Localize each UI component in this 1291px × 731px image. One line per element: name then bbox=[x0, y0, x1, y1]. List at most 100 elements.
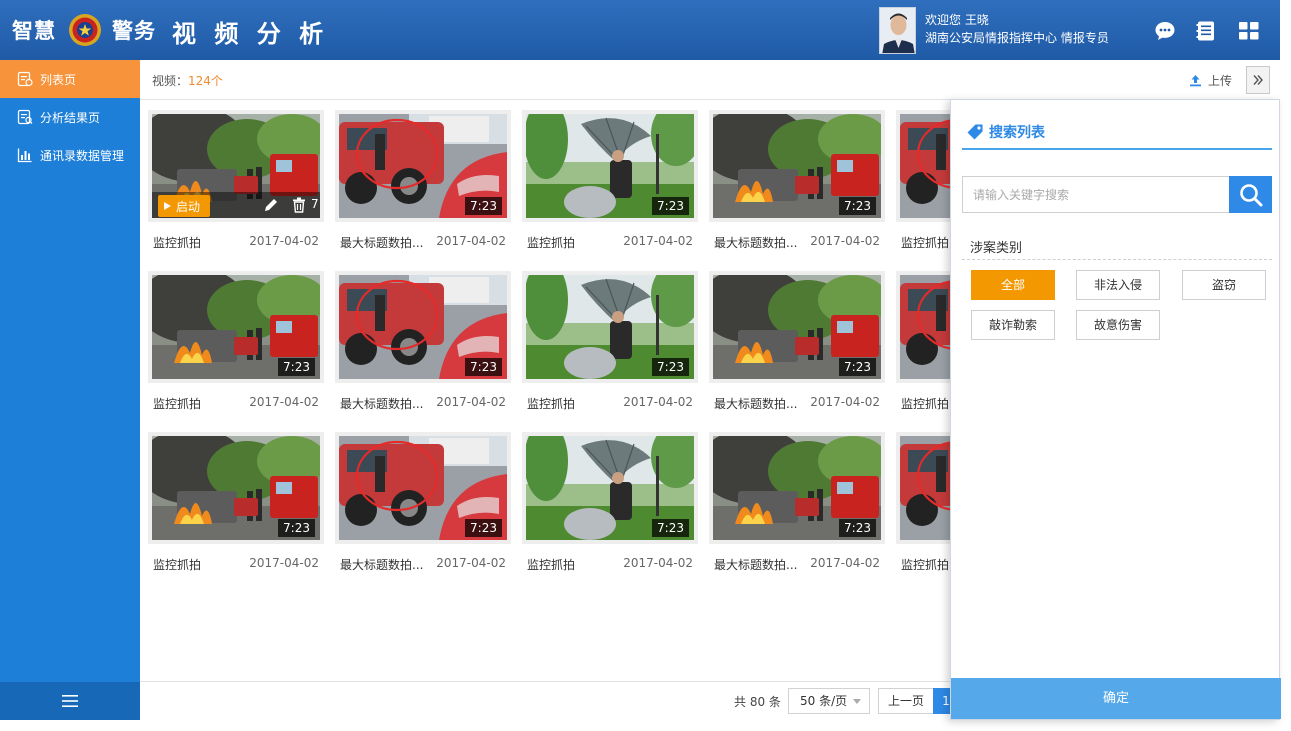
video-card[interactable]: 7:23 最大标题数拍... 2017-04-02 bbox=[335, 271, 511, 411]
tag-extortion[interactable]: 敲诈勒索 bbox=[971, 310, 1055, 340]
video-date: 2017-04-02 bbox=[436, 556, 506, 570]
video-card[interactable]: 7:23 监控抓拍 2017-04-02 bbox=[522, 271, 698, 411]
document-icon[interactable] bbox=[1195, 20, 1217, 42]
video-card[interactable]: 7:23 监控抓拍 2017-04-02 bbox=[148, 432, 324, 572]
video-thumbnail[interactable]: 启动 7 bbox=[148, 110, 324, 222]
video-date: 2017-04-02 bbox=[810, 234, 880, 248]
search-button[interactable] bbox=[1229, 176, 1272, 213]
video-title[interactable]: 监控抓拍 bbox=[527, 234, 575, 251]
video-title[interactable]: 监控抓拍 bbox=[901, 234, 949, 251]
video-thumbnail[interactable]: 7:23 bbox=[335, 432, 511, 544]
video-thumbnail[interactable]: 7:23 bbox=[522, 271, 698, 383]
page-size-select[interactable]: 50 条/页 bbox=[788, 688, 870, 714]
video-card[interactable]: 7:23 最大标题数拍... 2017-04-02 bbox=[709, 110, 885, 250]
video-title[interactable]: 最大标题数拍... bbox=[714, 556, 797, 573]
video-duration: 7:23 bbox=[652, 519, 689, 537]
upload-button[interactable]: 上传 bbox=[1189, 72, 1232, 89]
trash-icon[interactable] bbox=[290, 196, 308, 214]
video-count: 视频：124个 bbox=[152, 72, 223, 89]
user-avatar[interactable] bbox=[879, 7, 916, 54]
video-date: 2017-04-02 bbox=[249, 395, 319, 409]
video-thumbnail[interactable]: 7:23 bbox=[148, 432, 324, 544]
category-label: 涉案类别 bbox=[970, 241, 1023, 256]
edit-pencil-icon[interactable] bbox=[262, 196, 280, 214]
video-date: 2017-04-02 bbox=[436, 234, 506, 248]
video-title[interactable]: 监控抓拍 bbox=[153, 395, 201, 412]
tag-illegal-intrusion[interactable]: 非法入侵 bbox=[1076, 270, 1160, 300]
video-title[interactable]: 监控抓拍 bbox=[153, 556, 201, 573]
video-card[interactable]: 7:23 最大标题数拍... 2017-04-02 bbox=[335, 110, 511, 250]
video-date: 2017-04-02 bbox=[249, 234, 319, 248]
video-thumbnail[interactable]: 7:23 bbox=[148, 271, 324, 383]
page-size-value: 50 条/页 bbox=[800, 694, 848, 708]
category-divider bbox=[962, 259, 1272, 260]
video-thumbnail[interactable]: 7:23 bbox=[522, 110, 698, 222]
brand-text-right: 警务 bbox=[112, 19, 156, 43]
search-icon bbox=[1239, 183, 1262, 206]
video-count-value: 124个 bbox=[188, 74, 223, 88]
user-info: 欢迎您 王晓 湖南公安局情报指挥中心 情报专员 bbox=[925, 11, 1109, 47]
video-card[interactable]: 7:23 监控抓拍 2017-04-02 bbox=[148, 271, 324, 411]
video-duration: 7:23 bbox=[465, 197, 502, 215]
search-input[interactable] bbox=[962, 176, 1230, 213]
video-card[interactable]: 7:23 监控抓拍 2017-04-02 bbox=[522, 432, 698, 572]
video-title[interactable]: 监控抓拍 bbox=[527, 395, 575, 412]
video-title[interactable]: 最大标题数拍... bbox=[714, 234, 797, 251]
video-title[interactable]: 最大标题数拍... bbox=[340, 395, 423, 412]
confirm-button[interactable]: 确定 bbox=[951, 678, 1281, 719]
video-card[interactable]: 7:23 最大标题数拍... 2017-04-02 bbox=[335, 432, 511, 572]
video-action-overlay: 启动 7 bbox=[152, 192, 320, 218]
video-date: 2017-04-02 bbox=[249, 556, 319, 570]
video-duration-partial: 7 bbox=[311, 197, 319, 211]
video-title[interactable]: 监控抓拍 bbox=[153, 234, 201, 251]
sidebar-menu-toggle[interactable] bbox=[0, 682, 140, 720]
hamburger-menu-icon bbox=[62, 695, 78, 707]
tag-all[interactable]: 全部 bbox=[971, 270, 1055, 300]
video-card[interactable]: 启动 7 监控抓拍 2017-04-02 bbox=[148, 110, 324, 250]
video-title[interactable]: 监控抓拍 bbox=[901, 556, 949, 573]
message-icon[interactable] bbox=[1154, 20, 1176, 42]
sidebar-item-label: 分析结果页 bbox=[40, 110, 101, 125]
video-thumbnail[interactable] bbox=[896, 110, 950, 222]
video-card[interactable]: 监控抓拍 bbox=[896, 271, 950, 411]
collapse-panel-button[interactable] bbox=[1246, 66, 1270, 94]
video-thumbnail[interactable]: 7:23 bbox=[335, 110, 511, 222]
video-date: 2017-04-02 bbox=[623, 395, 693, 409]
video-duration: 7:23 bbox=[652, 197, 689, 215]
prev-page-button[interactable]: 上一页 bbox=[878, 688, 934, 714]
video-thumbnail[interactable]: 7:23 bbox=[709, 432, 885, 544]
app-title: 视 频 分 析 bbox=[172, 20, 329, 48]
tag-theft[interactable]: 盗窃 bbox=[1182, 270, 1266, 300]
grid-apps-icon[interactable] bbox=[1238, 20, 1260, 42]
video-thumbnail[interactable] bbox=[896, 432, 950, 544]
video-title[interactable]: 最大标题数拍... bbox=[340, 234, 423, 251]
video-card[interactable]: 7:23 监控抓拍 2017-04-02 bbox=[522, 110, 698, 250]
sidebar-item-list-page[interactable]: 列表页 bbox=[0, 60, 140, 98]
start-play-button[interactable]: 启动 bbox=[158, 195, 210, 217]
video-thumbnail[interactable]: 7:23 bbox=[709, 271, 885, 383]
video-card[interactable]: 7:23 最大标题数拍... 2017-04-02 bbox=[709, 432, 885, 572]
sidebar-item-label: 通讯录数据管理 bbox=[40, 148, 125, 163]
video-card[interactable]: 7:23 最大标题数拍... 2017-04-02 bbox=[709, 271, 885, 411]
sidebar-item-contacts-data[interactable]: 通讯录数据管理 bbox=[0, 136, 140, 174]
tag-icon bbox=[967, 124, 983, 140]
video-title[interactable]: 最大标题数拍... bbox=[340, 556, 423, 573]
video-duration: 7:23 bbox=[465, 519, 502, 537]
video-title[interactable]: 最大标题数拍... bbox=[714, 395, 797, 412]
video-duration: 7:23 bbox=[278, 358, 315, 376]
sidebar-item-analysis-result[interactable]: 分析结果页 bbox=[0, 98, 140, 136]
video-title[interactable]: 监控抓拍 bbox=[527, 556, 575, 573]
list-page-icon bbox=[17, 71, 33, 87]
video-title[interactable]: 监控抓拍 bbox=[901, 395, 949, 412]
video-preview-image bbox=[900, 275, 950, 379]
video-card[interactable]: 监控抓拍 bbox=[896, 110, 950, 250]
video-thumbnail[interactable] bbox=[896, 271, 950, 383]
video-card[interactable]: 监控抓拍 bbox=[896, 432, 950, 572]
video-thumbnail[interactable]: 7:23 bbox=[335, 271, 511, 383]
video-duration: 7:23 bbox=[839, 519, 876, 537]
analysis-result-icon bbox=[17, 109, 33, 125]
video-thumbnail[interactable]: 7:23 bbox=[522, 432, 698, 544]
video-thumbnail[interactable]: 7:23 bbox=[709, 110, 885, 222]
police-badge-icon bbox=[69, 14, 101, 46]
tag-assault[interactable]: 故意伤害 bbox=[1076, 310, 1160, 340]
